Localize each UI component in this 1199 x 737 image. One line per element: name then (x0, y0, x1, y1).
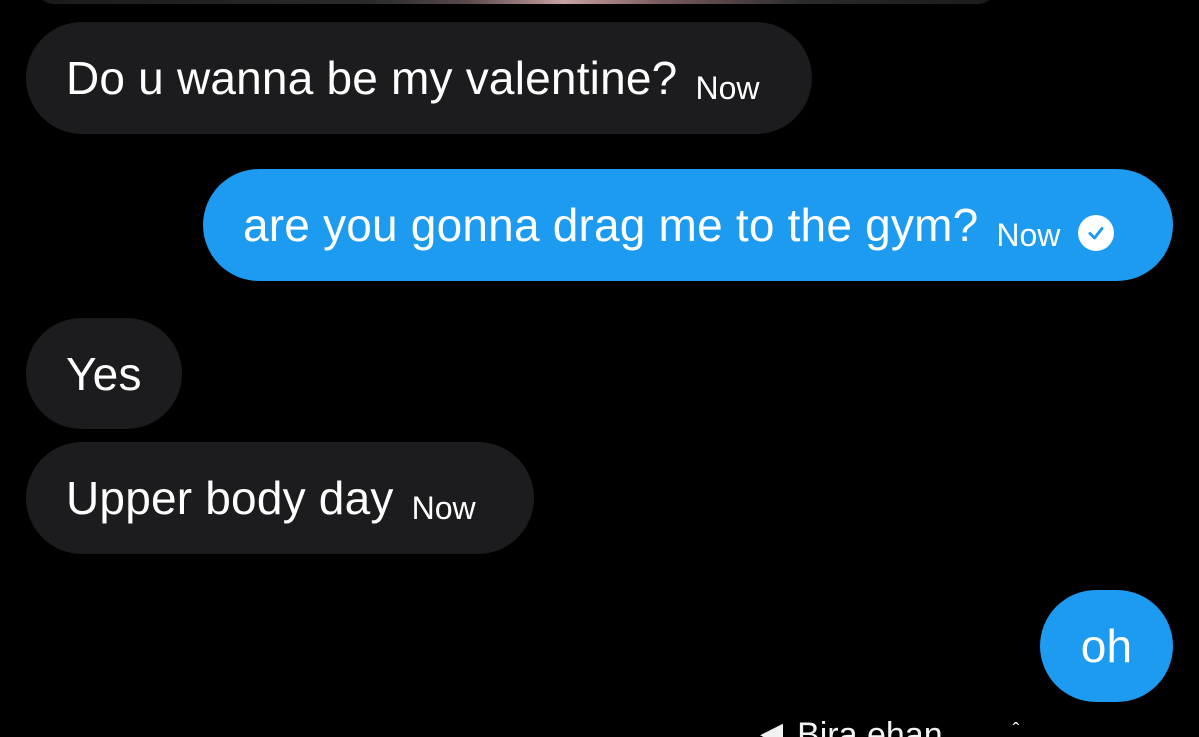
message-text: Upper body day (66, 472, 394, 524)
message-timestamp: Now (411, 490, 476, 526)
message-timestamp: Now (695, 70, 760, 106)
bottom-bar[interactable]: ◀ Bira ehan ˆ (760, 716, 1019, 737)
message-bubble-incoming[interactable]: Do u wanna be my valentine? Now (26, 22, 812, 134)
message-text: are you gonna drag me to the gym? (243, 199, 979, 251)
message-text: oh (1080, 620, 1133, 672)
back-arrow-icon[interactable]: ◀ (760, 716, 783, 737)
message-bubble-outgoing[interactable]: are you gonna drag me to the gym? Now (203, 169, 1173, 281)
message-bubble-incoming[interactable]: Yes (26, 318, 182, 429)
message-bubble-incoming[interactable]: Upper body day Now (26, 442, 534, 554)
message-text: Yes (66, 347, 142, 400)
media-preview[interactable] (36, 0, 996, 4)
message-text: Do u wanna be my valentine? (66, 52, 678, 104)
sent-check-icon (1078, 215, 1115, 251)
message-timestamp: Now (996, 217, 1061, 253)
bottom-bar-label: Bira ehan (797, 716, 943, 737)
bottom-bar-extra: ˆ (1012, 720, 1020, 737)
chat-screen: Do u wanna be my valentine? Now are you … (0, 0, 1199, 737)
message-bubble-outgoing[interactable]: oh (1040, 590, 1173, 702)
